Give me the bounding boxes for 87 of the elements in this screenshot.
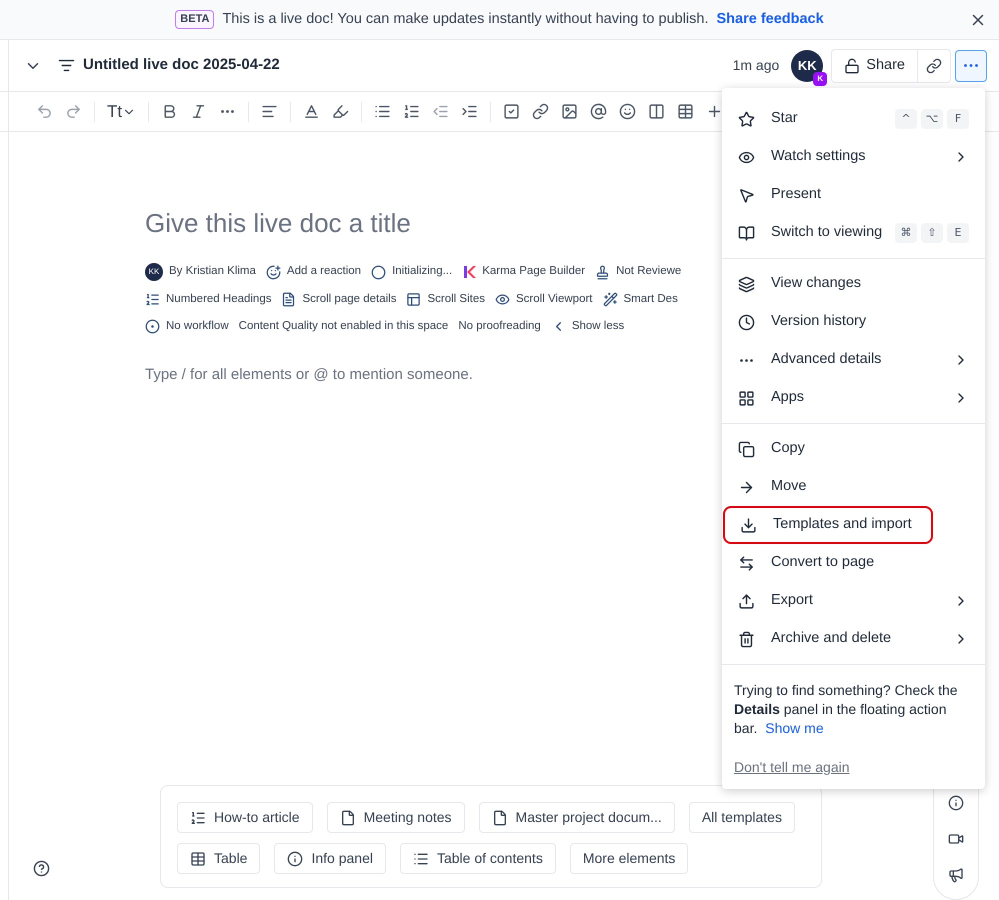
workflow-icon (145, 319, 160, 334)
shortcut-key: ⌥ (921, 109, 943, 129)
circle-icon (371, 264, 386, 280)
avatar-badge: K (813, 72, 828, 86)
meta-label[interactable]: No workflow (166, 318, 229, 336)
author-avatar: KK (145, 263, 163, 281)
menu-item[interactable]: Convert to page (722, 544, 985, 582)
banner-message: This is a live doc! You can make updates instantly without having to publish. (222, 10, 708, 29)
numbered-list-icon (190, 810, 206, 826)
more-icon (740, 358, 753, 362)
template-button[interactable]: How-to article (177, 802, 313, 833)
trash-icon (738, 630, 755, 648)
meta-label[interactable]: By Kristian Klima (169, 263, 256, 281)
layout-icon (406, 292, 422, 308)
meta-label[interactable]: Scroll page details (302, 291, 396, 308)
numbered-list-icon (145, 292, 160, 308)
meta-label[interactable]: Scroll Viewport (516, 291, 592, 308)
menu-item[interactable]: Switch to viewing ⌘ ⇧ E (722, 214, 985, 252)
meta-label[interactable]: Add a reaction (286, 263, 362, 281)
meta-label[interactable]: No proofreading (458, 318, 541, 336)
share-feedback-link[interactable]: Share feedback (716, 8, 824, 30)
upload-icon (738, 592, 755, 610)
menu-item[interactable]: Copy (722, 430, 985, 468)
copy-icon (738, 440, 755, 458)
meta-label[interactable]: Smart Des (624, 291, 678, 308)
menu-item[interactable]: Export (722, 582, 985, 620)
info-icon (287, 850, 304, 866)
menu-item[interactable]: View changes (722, 265, 985, 303)
pointer-icon (738, 186, 755, 204)
list-icon (412, 850, 429, 866)
menu-item[interactable]: Version history (722, 303, 985, 341)
swap-arrows-icon (738, 554, 755, 572)
meta-label[interactable]: Numbered Headings (166, 291, 272, 308)
template-button[interactable]: Info panel (274, 843, 386, 874)
last-updated: 1m ago (732, 56, 780, 75)
document-icon (340, 810, 356, 826)
megaphone-icon[interactable] (948, 867, 964, 883)
menu-item[interactable]: Move (722, 468, 985, 506)
download-icon (740, 516, 757, 534)
menu-item[interactable]: Archive and delete (722, 620, 985, 658)
document-icon (281, 292, 296, 308)
layers-icon (738, 276, 755, 292)
shortcut-key: E (947, 223, 969, 243)
doc-title: Untitled live doc 2025-04-22 (83, 55, 280, 76)
wand-icon (602, 292, 618, 308)
meta-label[interactable]: Not Reviewe (616, 263, 682, 281)
smiley-plus-icon (266, 264, 281, 280)
info-icon[interactable] (948, 795, 964, 811)
k-logo-icon (462, 265, 476, 279)
template-button[interactable]: Master project docum... (478, 802, 675, 833)
shortcut-key: ^ (895, 109, 917, 129)
template-button[interactable]: Table (177, 843, 260, 874)
title-field[interactable]: Give this live doc a title (145, 204, 411, 243)
menu-item[interactable]: Star ^ ⌥ F (722, 100, 985, 138)
book-icon (738, 224, 755, 242)
stamp-icon (595, 264, 610, 280)
meta-label[interactable]: Scroll Sites (427, 291, 485, 308)
meta-label[interactable]: Content Quality not enabled in this space (238, 318, 448, 336)
meta-label[interactable]: Show less (572, 318, 624, 336)
clock-icon (738, 314, 755, 330)
template-button[interactable]: More elements (570, 843, 688, 874)
star-icon (738, 110, 755, 128)
template-button[interactable]: Meeting notes (326, 802, 465, 833)
help-icon[interactable] (33, 860, 50, 877)
document-icon (492, 810, 508, 826)
table-icon (190, 850, 206, 866)
shortcut-key: ⇧ (921, 223, 943, 243)
template-button[interactable]: Table of contents (400, 843, 556, 874)
meta-label[interactable]: Karma Page Builder (482, 263, 586, 281)
text-style-dropdown[interactable]: Tt (103, 98, 140, 124)
eye-icon (495, 292, 510, 308)
tip-text: Trying to find something? Check the Details panel in the floating action bar. Show me (734, 681, 959, 738)
more-actions-button[interactable] (955, 50, 987, 82)
more-icon (964, 64, 978, 67)
shortcut-key: ⌘ (895, 223, 917, 243)
unlock-icon (844, 58, 860, 74)
template-button[interactable]: All templates (688, 802, 795, 833)
doc-icon (58, 57, 75, 74)
shortcut-key: F (947, 109, 969, 129)
meta-label[interactable]: Initializing... (392, 263, 452, 281)
grid-icon (738, 390, 755, 406)
menu-item[interactable]: Watch settings (722, 138, 985, 176)
beta-badge: BETA (175, 10, 214, 29)
show-me-link[interactable]: Show me (765, 720, 824, 736)
dismiss-link[interactable]: Don't tell me again (734, 758, 973, 777)
menu-item[interactable]: Present (722, 176, 985, 214)
menu-item[interactable]: Templates and import (723, 506, 933, 544)
